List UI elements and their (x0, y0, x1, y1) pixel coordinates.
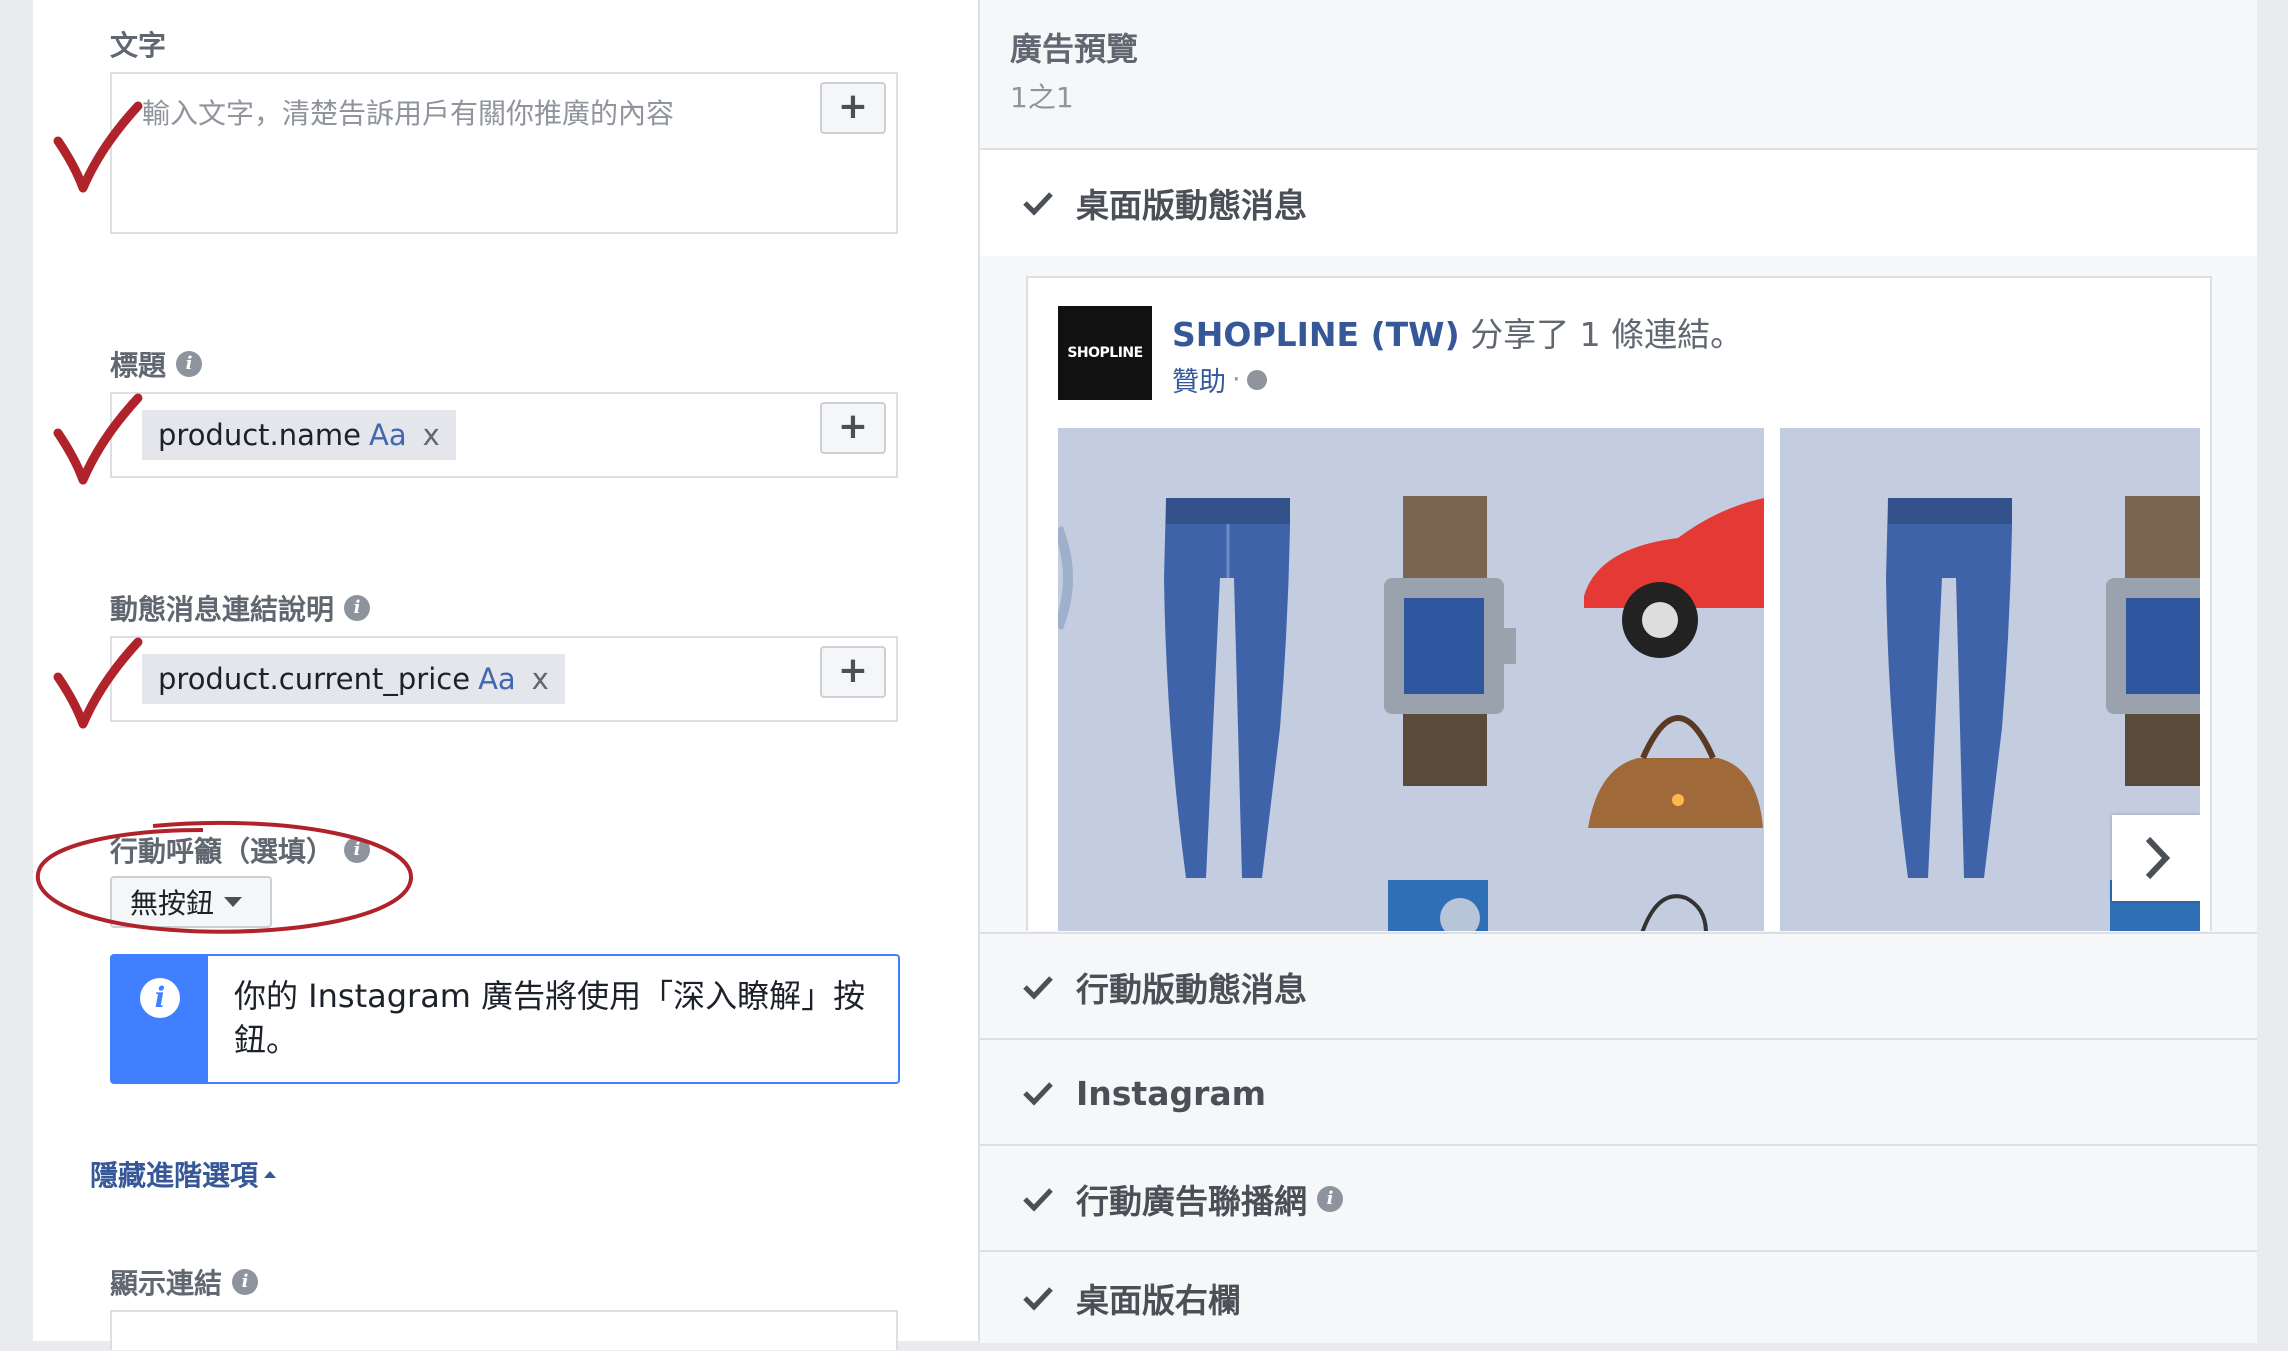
check-icon (53, 101, 143, 193)
check-icon (53, 637, 143, 729)
display-link-field[interactable] (110, 1310, 898, 1350)
check-icon (53, 393, 143, 485)
check-icon (1023, 976, 1053, 1000)
instagram-notice: i 你的 Instagram 廣告將使用「深入瞭解」按鈕。 (110, 954, 900, 1084)
hide-advanced-link[interactable]: 隱藏進階選項 (90, 1154, 277, 1194)
description-field[interactable]: product.current_price Aa x + (110, 636, 898, 722)
placement-label: Instagram (1076, 1073, 1267, 1113)
chevron-right-icon (2145, 836, 2171, 880)
token-text: product.current_price (158, 662, 471, 696)
display-link-field-label: 顯示連結 i (110, 1262, 259, 1302)
add-description-button[interactable]: + (820, 646, 886, 698)
caret-up-icon (264, 1170, 277, 1178)
token-text: product.name (158, 418, 361, 452)
notice-text: 你的 Instagram 廣告將使用「深入瞭解」按鈕。 (234, 977, 866, 1059)
placement-label: 行動廣告聯播網 i (1076, 1175, 1343, 1223)
placement-audience-network[interactable]: 行動廣告聯播網 i (980, 1144, 2257, 1252)
token-remove-icon[interactable]: x (423, 418, 440, 452)
headline-field[interactable]: product.name Aa x + (110, 392, 898, 478)
text-field-label: 文字 (110, 24, 166, 64)
description-label: 動態消息連結說明 (110, 593, 335, 626)
plus-icon: + (837, 650, 869, 691)
check-icon (1023, 1082, 1053, 1106)
info-icon: i (140, 978, 180, 1018)
headline-token: product.name Aa x (142, 410, 456, 460)
description-token: product.current_price Aa x (142, 654, 565, 704)
check-icon (1023, 1286, 1053, 1311)
add-text-button[interactable]: + (820, 82, 886, 134)
info-icon[interactable]: i (232, 1269, 259, 1295)
token-case-toggle[interactable]: Aa (478, 662, 516, 696)
left-gutter (0, 0, 33, 1351)
token-remove-icon[interactable]: x (532, 662, 549, 696)
ad-creative-form: 文字 輸入文字，清楚告訴用戶有關你推廣的內容 + 標題 i product.na… (33, 0, 978, 1350)
page-logo[interactable]: SHOPLINE (1058, 306, 1152, 400)
hide-advanced-label: 隱藏進階選項 (90, 1159, 259, 1192)
sponsored-link[interactable]: 贊助 (1172, 360, 1226, 399)
placement-label: 桌面版右欄 (1076, 1280, 1241, 1320)
placement-desktop-right-column[interactable]: 桌面版右欄 (980, 1250, 2257, 1343)
check-icon (1023, 192, 1053, 216)
placement-mobile-feed[interactable]: 行動版動態消息 (980, 932, 2257, 1040)
plus-icon: + (837, 406, 869, 447)
globe-icon (1246, 369, 1267, 390)
text-placeholder: 輸入文字，清楚告訴用戶有關你推廣的內容 (142, 97, 675, 130)
info-icon[interactable]: i (176, 351, 203, 377)
placement-instagram[interactable]: Instagram (980, 1038, 2257, 1146)
post-action-text: 分享了 1 條連結。 (1470, 315, 1744, 354)
plus-icon: + (837, 86, 869, 127)
placement-label-text: 行動廣告聯播網 (1076, 1182, 1307, 1221)
info-icon[interactable]: i (344, 595, 371, 621)
highlight-circle (35, 820, 414, 934)
preview-area: SHOPLINE SHOPLINE (TW) 分享了 1 條連結。 贊助 · (980, 256, 2257, 931)
headline-field-label: 標題 i (110, 344, 203, 384)
ad-preview-panel: 廣告預覽 1之1 桌面版動態消息 SHOPLINE SHOPLINE (TW) … (978, 0, 2257, 1343)
carousel-next-button[interactable] (2112, 815, 2200, 901)
preview-count: 1之1 (1010, 81, 1074, 114)
info-icon[interactable]: i (1317, 1186, 1343, 1212)
text-label: 文字 (110, 29, 167, 62)
placement-label: 桌面版動態消息 (1076, 186, 1307, 225)
page-name-link[interactable]: SHOPLINE (TW) (1172, 315, 1460, 354)
separator: · (1232, 364, 1241, 395)
display-link-label: 顯示連結 (110, 1267, 223, 1300)
placement-desktop-feed[interactable]: 桌面版動態消息 (980, 148, 2257, 256)
ad-post-card: SHOPLINE SHOPLINE (TW) 分享了 1 條連結。 贊助 · (1026, 276, 2212, 931)
notice-bar (112, 956, 208, 1082)
right-gutter (2255, 0, 2288, 1351)
carousel-card-2[interactable] (1780, 428, 2200, 931)
placement-label: 行動版動態消息 (1076, 970, 1307, 1009)
text-field[interactable]: 輸入文字，清楚告訴用戶有關你推廣的內容 + (110, 72, 898, 234)
sponsored-line: 贊助 · (1172, 360, 1267, 399)
post-header: SHOPLINE (TW) 分享了 1 條連結。 (1172, 308, 1743, 356)
check-icon (1023, 1188, 1053, 1212)
preview-title: 廣告預覽 (1010, 30, 1139, 68)
add-headline-button[interactable]: + (820, 402, 886, 454)
token-case-toggle[interactable]: Aa (369, 418, 407, 452)
description-field-label: 動態消息連結說明 i (110, 588, 371, 628)
headline-label: 標題 (110, 349, 167, 382)
carousel-card-1[interactable] (1058, 428, 1764, 931)
product-illustration (1058, 496, 1764, 931)
